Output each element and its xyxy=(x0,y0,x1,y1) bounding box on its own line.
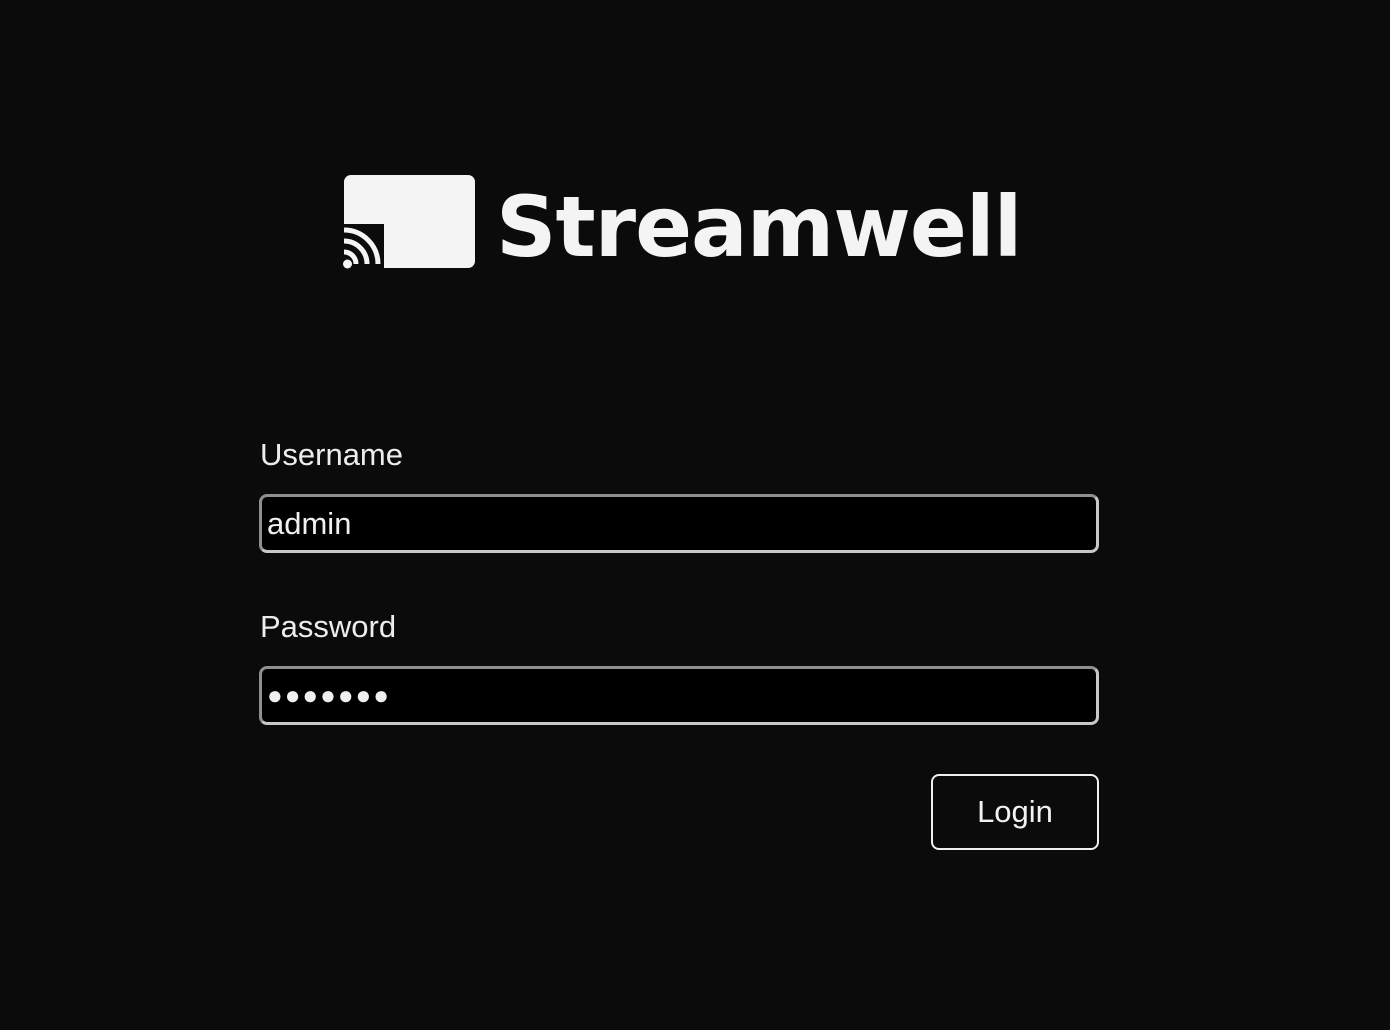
login-page: Streamwell Username Password Login xyxy=(0,0,1390,1030)
password-input[interactable] xyxy=(259,666,1099,725)
login-button[interactable]: Login xyxy=(931,774,1099,850)
brand-logo: Streamwell xyxy=(342,174,1022,275)
cast-screen-icon xyxy=(342,175,475,270)
brand-name: Streamwell xyxy=(496,178,1022,276)
username-input[interactable] xyxy=(259,494,1099,553)
password-label: Password xyxy=(260,609,397,644)
username-label: Username xyxy=(260,437,403,472)
